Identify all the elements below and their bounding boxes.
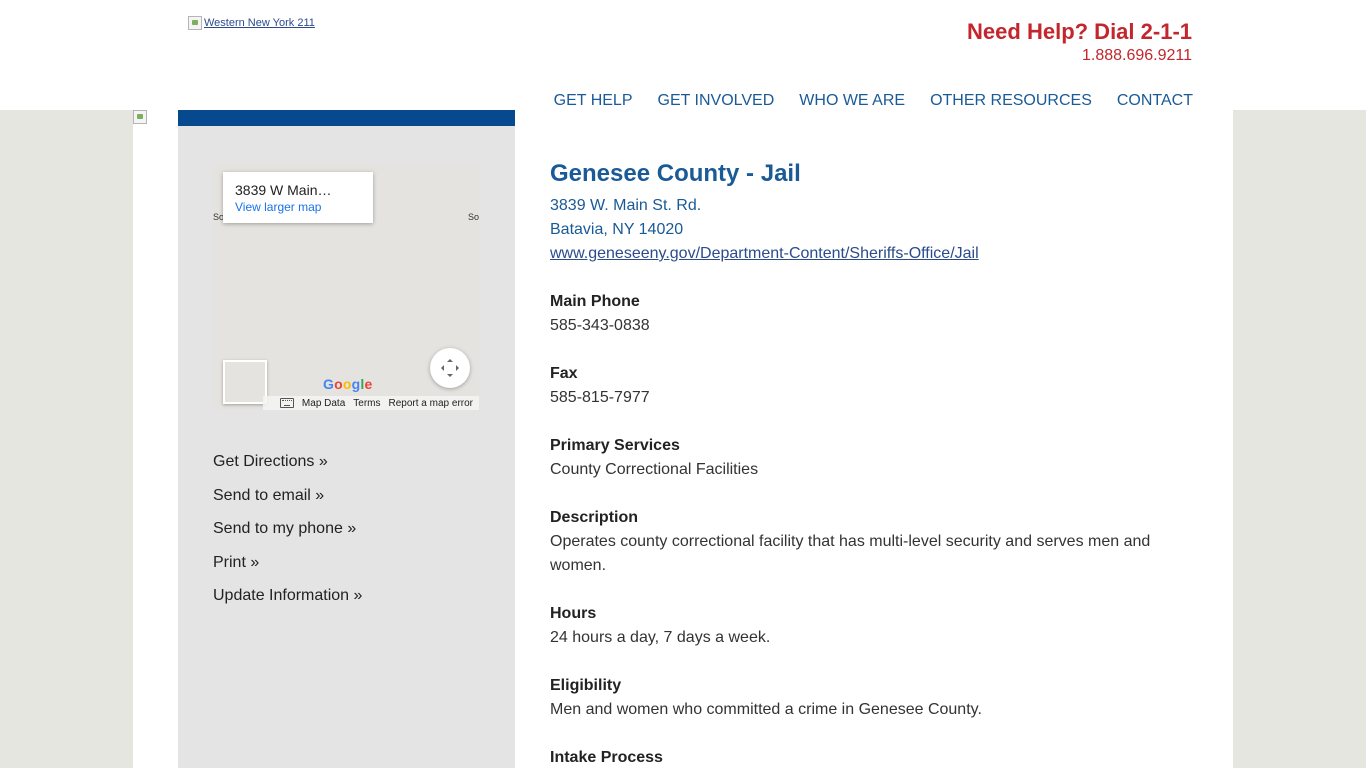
section-label: Intake Process xyxy=(550,749,663,766)
fax-section: Fax 585-815-7977 xyxy=(550,362,1190,410)
embedded-map[interactable]: So So 3839 W Main… View larger map Googl… xyxy=(213,164,479,410)
section-label: Primary Services xyxy=(550,437,680,454)
map-place-title: 3839 W Main… xyxy=(235,182,332,198)
main-phone-value: 585-343-0838 xyxy=(550,317,650,334)
website-link[interactable]: www.geneseeny.gov/Department-Content/She… xyxy=(550,242,1190,266)
broken-image xyxy=(133,110,147,129)
action-links: Get Directions » Send to email » Send to… xyxy=(213,452,362,620)
map-info-card: 3839 W Main… View larger map xyxy=(223,172,373,223)
description-value: Operates county correctional facility th… xyxy=(550,533,1151,574)
main-nav: GET HELP GET INVOLVED WHO WE ARE OTHER R… xyxy=(554,92,1193,110)
fax-value: 585-815-7977 xyxy=(550,389,650,406)
map-terms-link[interactable]: Terms xyxy=(353,398,380,409)
intake-process-section: Intake Process xyxy=(550,746,1190,770)
map-footer: Map Data Terms Report a map error xyxy=(263,396,479,410)
main-phone-section: Main Phone 585-343-0838 xyxy=(550,290,1190,338)
sidebar-accent-bar xyxy=(178,110,515,126)
get-directions-link[interactable]: Get Directions » xyxy=(213,452,362,472)
nav-get-involved[interactable]: GET INVOLVED xyxy=(658,92,775,110)
logo-alt-text: Western New York 211 xyxy=(204,17,315,29)
hours-value: 24 hours a day, 7 days a week. xyxy=(550,629,771,646)
sidebar: So So 3839 W Main… View larger map Googl… xyxy=(178,110,515,768)
help-phone-link[interactable]: 1.888.696.9211 xyxy=(1082,47,1192,65)
primary-services-value: County Correctional Facilities xyxy=(550,461,759,478)
pan-arrows-icon xyxy=(441,359,459,377)
section-label: Description xyxy=(550,509,639,526)
address-line-1: 3839 W. Main St. Rd. xyxy=(550,197,702,214)
section-label: Hours xyxy=(550,605,597,622)
nav-who-we-are[interactable]: WHO WE ARE xyxy=(799,92,905,110)
primary-services-section: Primary Services County Correctional Fac… xyxy=(550,434,1190,482)
address-line-2: Batavia, NY 14020 xyxy=(550,221,684,238)
eligibility-section: Eligibility Men and women who committed … xyxy=(550,674,1190,722)
map-data-link[interactable]: Map Data xyxy=(302,398,345,409)
nav-other-resources[interactable]: OTHER RESOURCES xyxy=(930,92,1092,110)
section-label: Main Phone xyxy=(550,293,640,310)
description-section: Description Operates county correctional… xyxy=(550,506,1190,578)
broken-image-icon xyxy=(188,16,202,30)
map-pan-control[interactable] xyxy=(430,348,470,388)
google-logo: Google xyxy=(323,376,373,392)
print-link[interactable]: Print » xyxy=(213,553,362,573)
listing-details: Genesee County - Jail 3839 W. Main St. R… xyxy=(550,160,1190,770)
keyboard-shortcuts-icon[interactable] xyxy=(279,398,294,408)
map-type-toggle[interactable] xyxy=(223,360,267,404)
nav-get-help[interactable]: GET HELP xyxy=(554,92,633,110)
section-label: Eligibility xyxy=(550,677,622,694)
send-to-phone-link[interactable]: Send to my phone » xyxy=(213,519,362,539)
site-header: Western New York 211 Need Help? Dial 2-1… xyxy=(0,0,1366,110)
hours-section: Hours 24 hours a day, 7 days a week. xyxy=(550,602,1190,650)
site-logo-link[interactable]: Western New York 211 xyxy=(188,16,315,30)
help-title: Need Help? Dial 2-1-1 xyxy=(967,19,1192,44)
send-to-email-link[interactable]: Send to email » xyxy=(213,486,362,506)
section-label: Fax xyxy=(550,365,578,382)
report-map-error-link[interactable]: Report a map error xyxy=(389,398,473,409)
view-larger-map-link[interactable]: View larger map xyxy=(235,200,361,214)
listing-title: Genesee County - Jail xyxy=(550,160,801,187)
eligibility-value: Men and women who committed a crime in G… xyxy=(550,701,982,718)
nav-contact[interactable]: CONTACT xyxy=(1117,92,1193,110)
update-information-link[interactable]: Update Information » xyxy=(213,586,362,606)
map-edge-label-right: So xyxy=(467,212,479,222)
